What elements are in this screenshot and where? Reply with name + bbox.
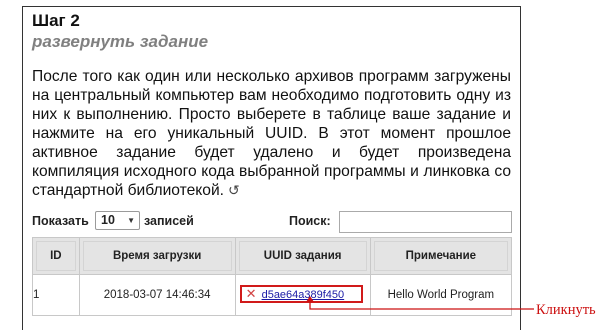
callout-arrow xyxy=(306,296,534,310)
callout-line xyxy=(309,301,534,310)
arrow-head-icon xyxy=(306,296,314,302)
callout-label: Кликнуть xyxy=(536,302,596,318)
